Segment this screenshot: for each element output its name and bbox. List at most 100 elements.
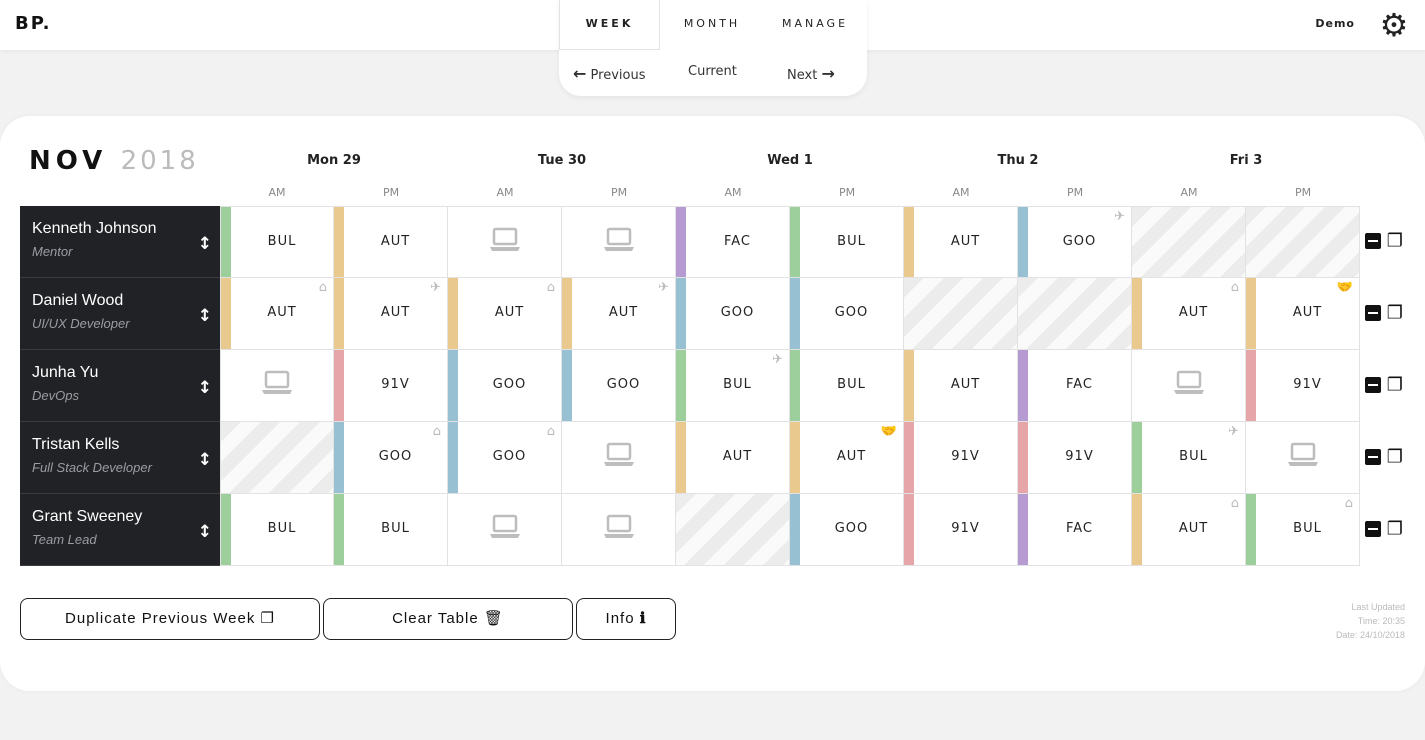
day-header: Mon 29 bbox=[307, 153, 361, 168]
schedule-cell[interactable] bbox=[220, 422, 334, 494]
schedule-cell[interactable] bbox=[220, 350, 334, 422]
duplicate-week-button[interactable]: Duplicate Previous Week ❐ bbox=[20, 598, 320, 640]
project-code: AUT bbox=[1178, 305, 1209, 320]
current-button[interactable]: Current bbox=[688, 64, 737, 79]
info-button[interactable]: Info ℹ bbox=[576, 598, 676, 640]
remove-row-icon[interactable] bbox=[1365, 449, 1381, 465]
am-header: AM bbox=[1180, 186, 1198, 199]
schedule-cell[interactable]: BUL ✈ bbox=[676, 350, 790, 422]
schedule-cell[interactable]: AUT bbox=[904, 350, 1018, 422]
reorder-icon[interactable]: ↕ bbox=[198, 234, 212, 254]
schedule-cell[interactable]: AUT bbox=[904, 206, 1018, 278]
previous-button[interactable]: ← Previous bbox=[573, 64, 646, 83]
copy-row-icon[interactable]: ❐ bbox=[1387, 231, 1403, 252]
plane-icon: ✈ bbox=[1114, 209, 1125, 224]
project-code: AUT bbox=[608, 305, 639, 320]
remove-row-icon[interactable] bbox=[1365, 305, 1381, 321]
person-row-header[interactable]: Tristan Kells Full Stack Developer ↕ bbox=[20, 422, 220, 494]
schedule-cell[interactable] bbox=[448, 494, 562, 566]
person-row-header[interactable]: Daniel Wood UI/UX Developer ↕ bbox=[20, 278, 220, 350]
project-color-bar bbox=[790, 278, 800, 349]
schedule-cell[interactable] bbox=[904, 278, 1018, 350]
schedule-cell[interactable]: BUL bbox=[790, 350, 904, 422]
schedule-cell[interactable]: BUL ⌂ bbox=[1246, 494, 1360, 566]
last-updated-time: Time: 20:35 bbox=[1357, 616, 1405, 626]
schedule-cell[interactable]: AUT ✈ bbox=[334, 278, 448, 350]
schedule-cell[interactable] bbox=[562, 206, 676, 278]
tab-week[interactable]: WEEK bbox=[559, 0, 660, 50]
person-row-header[interactable]: Kenneth Johnson Mentor ↕ bbox=[20, 206, 220, 278]
schedule-cell[interactable]: AUT ⌂ bbox=[1132, 278, 1246, 350]
laptop-icon bbox=[1287, 442, 1319, 472]
project-color-bar bbox=[790, 422, 800, 493]
schedule-cell[interactable]: BUL bbox=[334, 494, 448, 566]
project-code: FAC bbox=[723, 234, 752, 249]
schedule-cell[interactable]: GOO bbox=[790, 278, 904, 350]
person-name: Tristan Kells bbox=[32, 436, 120, 453]
copy-row-icon[interactable]: ❐ bbox=[1387, 519, 1403, 540]
tab-manage[interactable]: MANAGE bbox=[767, 0, 863, 49]
remove-row-icon[interactable] bbox=[1365, 521, 1381, 537]
copy-row-icon[interactable]: ❐ bbox=[1387, 447, 1403, 468]
person-role: Mentor bbox=[32, 244, 73, 259]
project-color-bar bbox=[676, 350, 686, 421]
schedule-cell[interactable]: AUT bbox=[676, 422, 790, 494]
schedule-cell[interactable] bbox=[676, 494, 790, 566]
schedule-cell[interactable]: GOO bbox=[676, 278, 790, 350]
schedule-cell[interactable]: GOO ⌂ bbox=[448, 422, 562, 494]
copy-row-icon[interactable]: ❐ bbox=[1387, 375, 1403, 396]
schedule-cell[interactable] bbox=[1132, 206, 1246, 278]
schedule-cell[interactable] bbox=[1246, 422, 1360, 494]
schedule-cell[interactable]: AUT 🤝 bbox=[790, 422, 904, 494]
schedule-cell[interactable]: 91V bbox=[904, 494, 1018, 566]
schedule-cell[interactable]: AUT ⌂ bbox=[1132, 494, 1246, 566]
schedule-cell[interactable]: BUL ✈ bbox=[1132, 422, 1246, 494]
laptop-icon bbox=[261, 370, 293, 400]
schedule-cell[interactable]: FAC bbox=[1018, 494, 1132, 566]
schedule-cell[interactable]: GOO bbox=[790, 494, 904, 566]
tab-month[interactable]: MONTH bbox=[663, 0, 761, 49]
reorder-icon[interactable]: ↕ bbox=[198, 522, 212, 542]
clear-table-button[interactable]: Clear Table 🗑 bbox=[323, 598, 573, 640]
schedule-cell[interactable]: FAC bbox=[1018, 350, 1132, 422]
schedule-cell[interactable]: AUT ⌂ bbox=[448, 278, 562, 350]
schedule-cell[interactable]: BUL bbox=[790, 206, 904, 278]
schedule-cell[interactable] bbox=[562, 494, 676, 566]
schedule-cell[interactable]: 91V bbox=[1018, 422, 1132, 494]
project-color-bar bbox=[904, 422, 914, 493]
reorder-icon[interactable]: ↕ bbox=[198, 450, 212, 470]
schedule-cell[interactable] bbox=[1132, 350, 1246, 422]
copy-row-icon[interactable]: ❐ bbox=[1387, 303, 1403, 324]
gear-icon[interactable]: ⚙ bbox=[1377, 8, 1411, 42]
schedule-cell[interactable]: AUT 🤝 bbox=[1246, 278, 1360, 350]
project-code: GOO bbox=[606, 377, 641, 392]
remove-row-icon[interactable] bbox=[1365, 377, 1381, 393]
reorder-icon[interactable]: ↕ bbox=[198, 306, 212, 326]
trash-icon: 🗑 bbox=[483, 610, 504, 627]
schedule-cell[interactable]: AUT bbox=[334, 206, 448, 278]
schedule-cell[interactable] bbox=[448, 206, 562, 278]
schedule-cell[interactable]: 91V bbox=[334, 350, 448, 422]
schedule-cell[interactable]: GOO ✈ bbox=[1018, 206, 1132, 278]
schedule-cell[interactable]: 91V bbox=[904, 422, 1018, 494]
project-code: BUL bbox=[723, 377, 752, 392]
schedule-cell[interactable] bbox=[562, 422, 676, 494]
user-name[interactable]: Demo bbox=[1315, 17, 1355, 30]
schedule-cell[interactable]: FAC bbox=[676, 206, 790, 278]
schedule-cell[interactable]: BUL bbox=[220, 494, 334, 566]
app-logo[interactable]: BP. bbox=[15, 13, 51, 34]
schedule-cell[interactable]: AUT ⌂ bbox=[220, 278, 334, 350]
schedule-cell[interactable]: AUT ✈ bbox=[562, 278, 676, 350]
reorder-icon[interactable]: ↕ bbox=[198, 378, 212, 398]
schedule-cell[interactable] bbox=[1018, 278, 1132, 350]
schedule-cell[interactable]: 91V bbox=[1246, 350, 1360, 422]
schedule-cell[interactable]: GOO bbox=[448, 350, 562, 422]
person-row-header[interactable]: Grant Sweeney Team Lead ↕ bbox=[20, 494, 220, 566]
remove-row-icon[interactable] bbox=[1365, 233, 1381, 249]
schedule-cell[interactable]: GOO bbox=[562, 350, 676, 422]
schedule-cell[interactable] bbox=[1246, 206, 1360, 278]
next-button[interactable]: Next → bbox=[787, 64, 835, 83]
schedule-cell[interactable]: GOO ⌂ bbox=[334, 422, 448, 494]
schedule-cell[interactable]: BUL bbox=[220, 206, 334, 278]
person-row-header[interactable]: Junha Yu DevOps ↕ bbox=[20, 350, 220, 422]
